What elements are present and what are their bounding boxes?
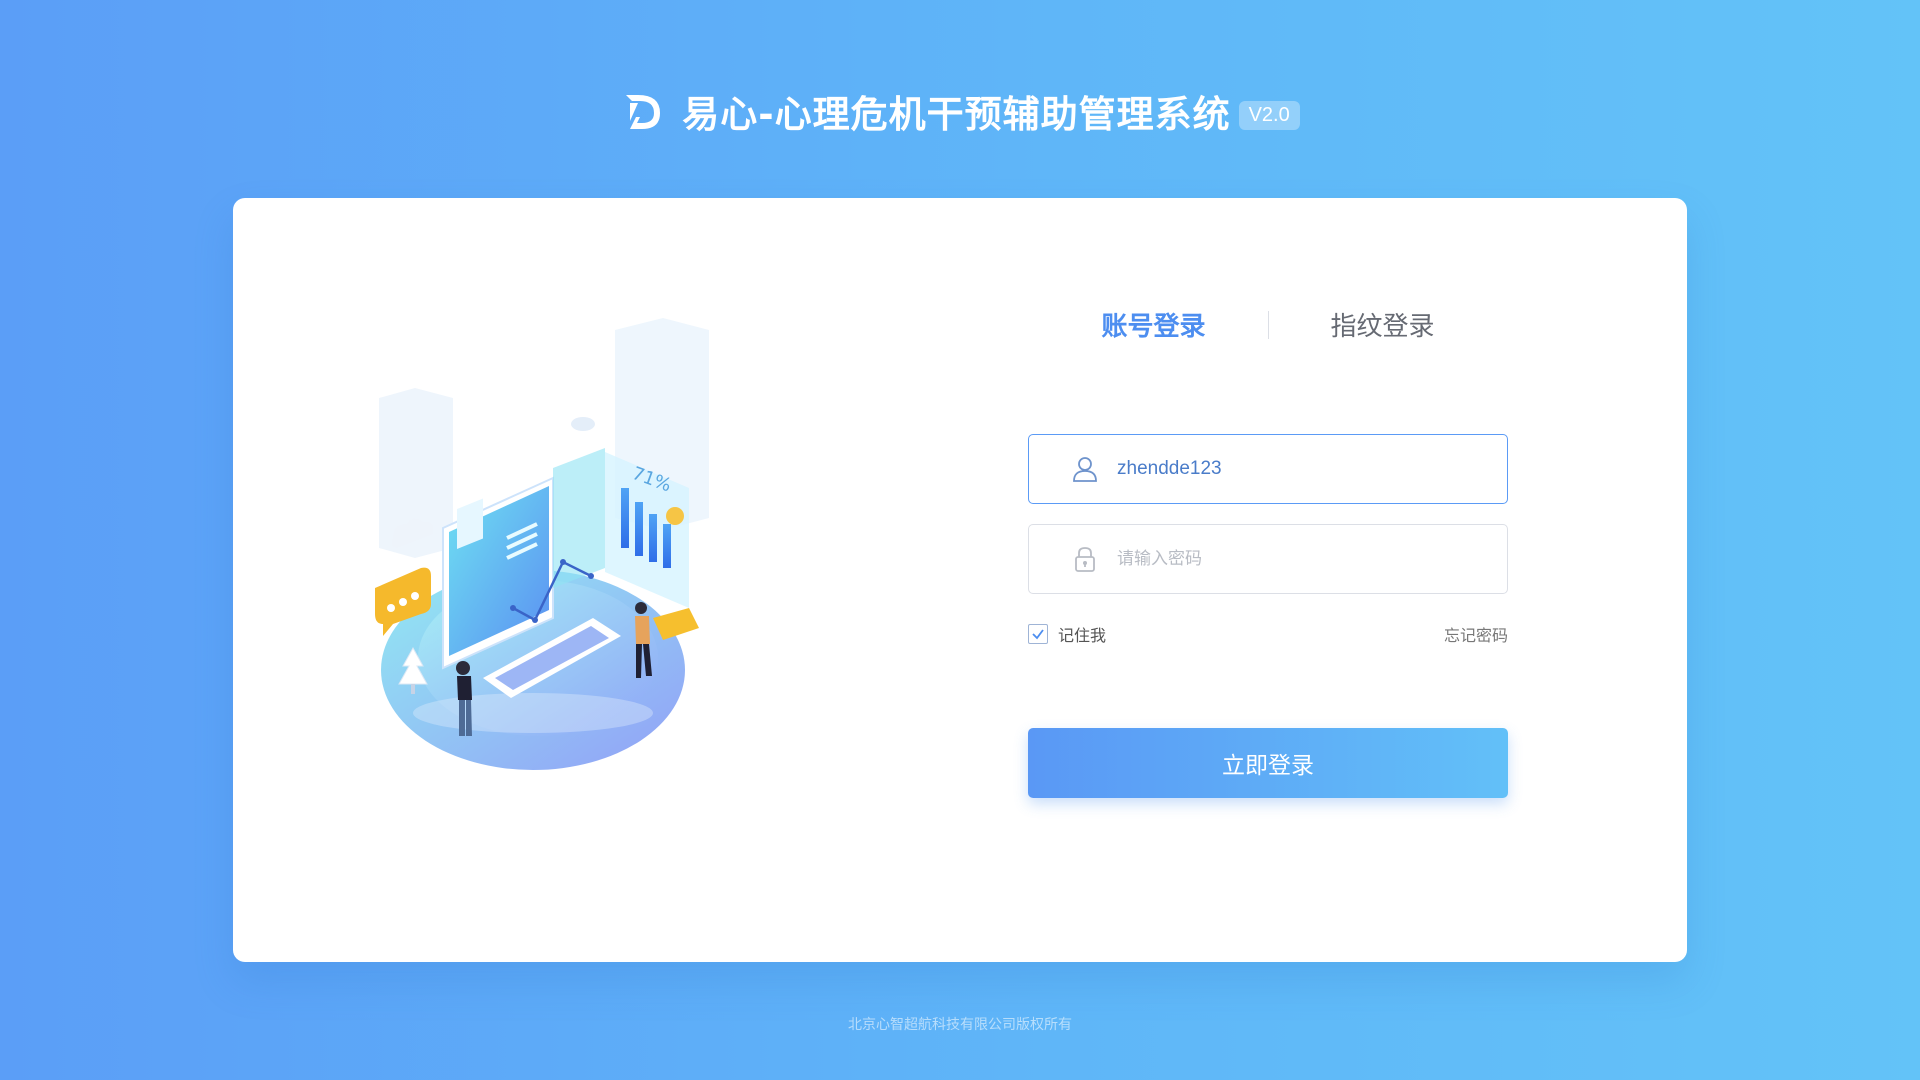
login-tabs: 账号登录 指纹登录 [1028, 306, 1508, 343]
username-field[interactable] [1028, 434, 1508, 504]
app-title: 易心-心理危机干预辅助管理系统 [682, 93, 1231, 136]
login-submit-button[interactable]: 立即登录 [1028, 728, 1508, 798]
version-badge: V2.0 [1238, 100, 1300, 130]
forgot-password-link[interactable]: 忘记密码 [1444, 622, 1508, 646]
remember-me-checkbox[interactable]: 记住我 [1028, 622, 1106, 646]
user-icon [1073, 457, 1097, 482]
tab-divider [1267, 310, 1269, 339]
checkmark-icon [1032, 629, 1044, 640]
tab-fingerprint-login[interactable]: 指纹登录 [1293, 306, 1473, 343]
tab-account-login[interactable]: 账号登录 [1064, 306, 1244, 343]
login-options: 记住我 忘记密码 [1028, 622, 1508, 646]
page-header: 易心-心理危机干预辅助管理系统 V2.0 [0, 84, 1920, 138]
password-input[interactable] [1117, 529, 1507, 589]
isometric-illustration: 71% [375, 318, 709, 770]
username-input[interactable] [1117, 439, 1507, 499]
login-card: 71% 账号登录 指纹登录 zhendde123 记住我 忘记密码 立即登录 [233, 198, 1687, 962]
checkbox-box[interactable] [1028, 624, 1048, 644]
login-panel: 账号登录 指纹登录 zhendde123 记住我 忘记密码 立即登录 [1028, 198, 1508, 962]
lock-icon [1075, 547, 1095, 572]
password-field[interactable] [1028, 524, 1508, 594]
copyright-footer: 北京心智超航科技有限公司版权所有 [848, 1017, 1072, 1033]
ym-logo-icon [626, 95, 661, 129]
remember-me-label: 记住我 [1058, 626, 1107, 645]
